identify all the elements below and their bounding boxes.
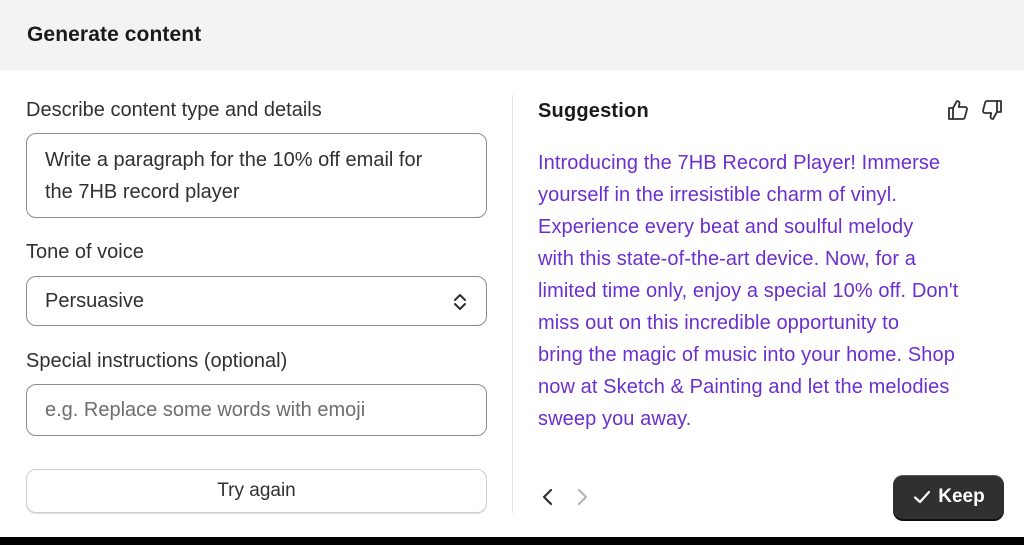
chevron-right-icon[interactable]: [572, 485, 592, 509]
special-instructions-label: Special instructions (optional): [26, 350, 288, 372]
special-instructions-input[interactable]: e.g. Replace some words with emoji: [26, 384, 487, 436]
keep-button[interactable]: Keep: [893, 475, 1004, 519]
content-details-textarea[interactable]: Write a paragraph for the 10% off email …: [26, 133, 487, 218]
generate-content-modal: Generate content Describe content type a…: [0, 0, 1024, 537]
feedback-buttons: [946, 98, 1004, 122]
panel-divider: [512, 95, 513, 513]
suggestion-line: sweep you away.: [538, 408, 692, 430]
modal-title: Generate content: [27, 23, 202, 46]
checkmark-icon: [914, 490, 931, 504]
suggestion-line: Experience every beat and soulful melody: [538, 216, 914, 238]
tone-of-voice-label: Tone of voice: [26, 241, 144, 263]
tone-of-voice-select[interactable]: Persuasive: [26, 276, 487, 326]
suggestion-line: now at Sketch & Painting and let the mel…: [538, 376, 950, 398]
content-details-line-1: Write a paragraph for the 10% off email …: [45, 149, 423, 171]
tone-of-voice-value: Persuasive: [45, 289, 144, 312]
modal-header: Generate content: [0, 0, 1024, 70]
special-instructions-placeholder: e.g. Replace some words with emoji: [45, 398, 366, 421]
suggestion-line: Introducing the 7HB Record Player! Immer…: [538, 152, 941, 174]
suggestion-line: bring the magic of music into your home.…: [538, 344, 955, 366]
content-details-line-2: the 7HB record player: [45, 181, 240, 203]
thumbs-down-icon[interactable]: [980, 98, 1004, 122]
suggestion-title: Suggestion: [538, 100, 649, 122]
content-details-label: Describe content type and details: [26, 99, 322, 121]
keep-button-label: Keep: [938, 486, 985, 507]
thumbs-up-icon[interactable]: [946, 98, 970, 122]
suggestion-line: limited time only, enjoy a special 10% o…: [538, 280, 959, 302]
suggestion-text: Introducing the 7HB Record Player! Immer…: [538, 147, 1006, 435]
suggestion-pager: [538, 485, 592, 509]
suggestion-line: miss out on this incredible opportunity …: [538, 312, 900, 334]
select-chevrons-icon: [454, 294, 466, 310]
suggestion-line: with this state-of-the-art device. Now, …: [538, 248, 916, 270]
try-again-button[interactable]: Try again: [26, 469, 487, 513]
suggestion-line: yourself in the irresistible charm of vi…: [538, 184, 897, 206]
chevron-left-icon[interactable]: [538, 485, 558, 509]
